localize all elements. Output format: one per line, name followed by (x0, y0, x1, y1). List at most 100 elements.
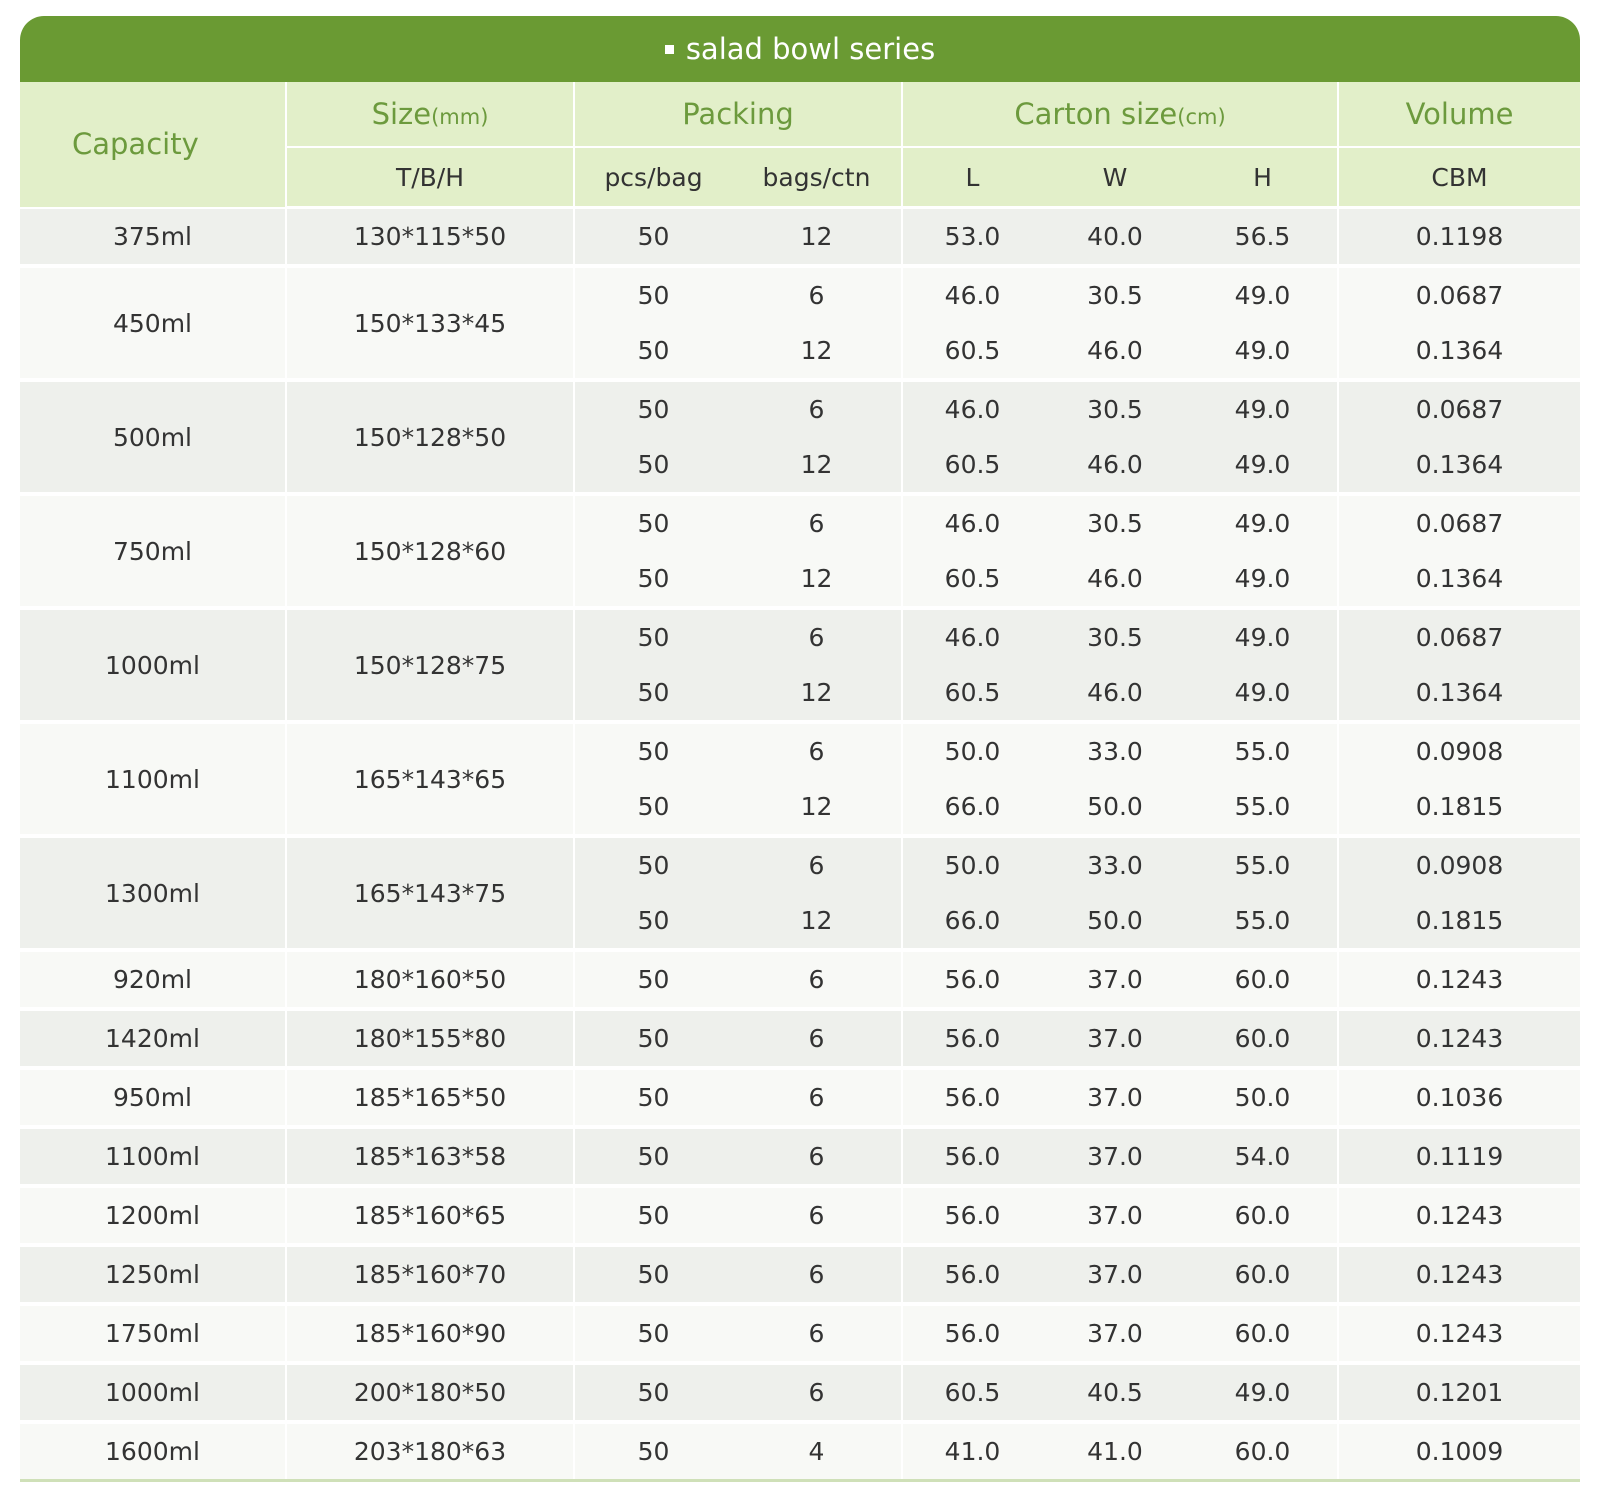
header-size: Size(mm) (285, 82, 574, 148)
carton-w-cell: 37.0 (1042, 1243, 1189, 1304)
table-row: 1420ml 180*155*80 50 6 56.0 37.0 60.0 0.1243 (20, 1007, 1581, 1068)
cbm-cell: 0.1243 (1337, 1007, 1581, 1068)
pcs-bag-cell: 50 (573, 323, 732, 380)
size-cell: 185*160*70 (285, 1243, 574, 1304)
carton-w-cell: 50.0 (1042, 779, 1189, 836)
carton-h-cell: 50.0 (1188, 1066, 1339, 1127)
capacity-cell: 1100ml (20, 1125, 286, 1186)
table-row: 500ml 150*128*50 50 6 46.0 30.5 49.0 0.0687 (20, 378, 1581, 494)
size-cell: 150*128*60 (285, 492, 574, 608)
carton-w-cell: 40.0 (1042, 207, 1189, 266)
title-text: salad bowl series (685, 32, 936, 66)
cbm-cell: 0.1364 (1337, 437, 1581, 494)
pcs-bag-cell: 50 (573, 1361, 732, 1422)
pcs-bag-cell: 50 (573, 1302, 732, 1363)
pcs-bag-cell: 50 (573, 1184, 732, 1245)
header-volume: Volume (1337, 82, 1581, 148)
bags-ctn-cell: 6 (732, 606, 903, 665)
carton-l-cell: 53.0 (901, 207, 1043, 266)
capacity-cell: 500ml (20, 378, 286, 494)
capacity-cell: 1420ml (20, 1007, 286, 1068)
carton-h-cell: 55.0 (1188, 779, 1339, 836)
carton-w-cell: 37.0 (1042, 1184, 1189, 1245)
carton-l-cell: 60.5 (901, 437, 1043, 494)
carton-w-cell: 46.0 (1042, 323, 1189, 380)
capacity-cell: 450ml (20, 264, 286, 380)
cbm-cell: 0.1815 (1337, 779, 1581, 836)
header-l: L (901, 147, 1043, 209)
capacity-cell: 1600ml (20, 1420, 286, 1479)
carton-w-cell: 30.5 (1042, 378, 1189, 437)
cbm-cell: 0.1364 (1337, 551, 1581, 608)
carton-w-cell: 37.0 (1042, 1125, 1189, 1186)
carton-l-cell: 56.0 (901, 1125, 1043, 1186)
bags-ctn-cell: 4 (732, 1420, 903, 1479)
size-cell: 185*160*65 (285, 1184, 574, 1245)
table-row: 920ml 180*160*50 50 6 56.0 37.0 60.0 0.1243 (20, 948, 1581, 1009)
table-row: 950ml 185*165*50 50 6 56.0 37.0 50.0 0.1036 (20, 1066, 1581, 1127)
capacity-cell: 1000ml (20, 1361, 286, 1422)
carton-w-cell: 50.0 (1042, 893, 1189, 950)
carton-h-cell: 49.0 (1188, 264, 1339, 323)
size-cell: 200*180*50 (285, 1361, 574, 1422)
cbm-cell: 0.1201 (1337, 1361, 1581, 1422)
table-row: 450ml 150*133*45 50 6 46.0 30.5 49.0 0.0687 (20, 264, 1581, 380)
carton-h-cell: 49.0 (1188, 606, 1339, 665)
spec-table: Capacity Size(mm) Packing Carton size(cm… (20, 82, 1581, 1479)
bags-ctn-cell: 6 (732, 1007, 903, 1068)
size-cell: 180*160*50 (285, 948, 574, 1009)
carton-l-cell: 56.0 (901, 1302, 1043, 1363)
table-header: Capacity Size(mm) Packing Carton size(cm… (20, 82, 1581, 209)
pcs-bag-cell: 50 (573, 1007, 732, 1068)
carton-h-cell: 49.0 (1188, 665, 1339, 722)
header-cbm: CBM (1337, 147, 1581, 209)
carton-h-cell: 49.0 (1188, 323, 1339, 380)
carton-w-cell: 41.0 (1042, 1420, 1189, 1479)
pcs-bag-cell: 50 (573, 1125, 732, 1186)
pcs-bag-cell: 50 (573, 720, 732, 779)
bags-ctn-cell: 6 (732, 1243, 903, 1304)
carton-w-cell: 46.0 (1042, 665, 1189, 722)
pcs-bag-cell: 50 (573, 834, 732, 893)
table-row: 1750ml 185*160*90 50 6 56.0 37.0 60.0 0.1243 (20, 1302, 1581, 1363)
pcs-bag-cell: 50 (573, 437, 732, 494)
size-cell: 165*143*65 (285, 720, 574, 836)
cbm-cell: 0.0908 (1337, 720, 1581, 779)
pcs-bag-cell: 50 (573, 492, 732, 551)
header-packing: Packing (572, 82, 903, 148)
cbm-cell: 0.0687 (1337, 606, 1581, 665)
bags-ctn-cell: 6 (732, 264, 903, 323)
carton-h-cell: 60.0 (1188, 1184, 1339, 1245)
cbm-cell: 0.0687 (1337, 264, 1581, 323)
bags-ctn-cell: 12 (732, 893, 903, 950)
carton-l-cell: 60.5 (901, 551, 1043, 608)
capacity-cell: 1750ml (20, 1302, 286, 1363)
pcs-bag-cell: 50 (573, 779, 732, 836)
carton-l-cell: 50.0 (901, 720, 1043, 779)
header-bags-ctn: bags/ctn (732, 147, 903, 209)
capacity-cell: 1200ml (20, 1184, 286, 1245)
size-cell: 150*133*45 (285, 264, 574, 380)
bags-ctn-cell: 12 (732, 207, 903, 266)
carton-h-cell: 60.0 (1188, 1243, 1339, 1304)
cbm-cell: 0.1243 (1337, 948, 1581, 1009)
carton-h-cell: 49.0 (1188, 492, 1339, 551)
carton-l-cell: 56.0 (901, 1066, 1043, 1127)
pcs-bag-cell: 50 (573, 207, 732, 266)
cbm-cell: 0.1243 (1337, 1184, 1581, 1245)
carton-l-cell: 50.0 (901, 834, 1043, 893)
carton-w-cell: 30.5 (1042, 264, 1189, 323)
carton-h-cell: 49.0 (1188, 437, 1339, 494)
carton-l-cell: 46.0 (901, 492, 1043, 551)
pcs-bag-cell: 50 (573, 893, 732, 950)
table-row: 1300ml 165*143*75 50 6 50.0 33.0 55.0 0.0908 (20, 834, 1581, 950)
bags-ctn-cell: 12 (732, 551, 903, 608)
carton-l-cell: 46.0 (901, 378, 1043, 437)
bags-ctn-cell: 6 (732, 1125, 903, 1186)
header-h: H (1188, 147, 1339, 209)
carton-h-cell: 60.0 (1188, 1007, 1339, 1068)
cbm-cell: 0.1198 (1337, 207, 1581, 266)
size-cell: 165*143*75 (285, 834, 574, 950)
size-cell: 185*160*90 (285, 1302, 574, 1363)
bags-ctn-cell: 6 (732, 834, 903, 893)
